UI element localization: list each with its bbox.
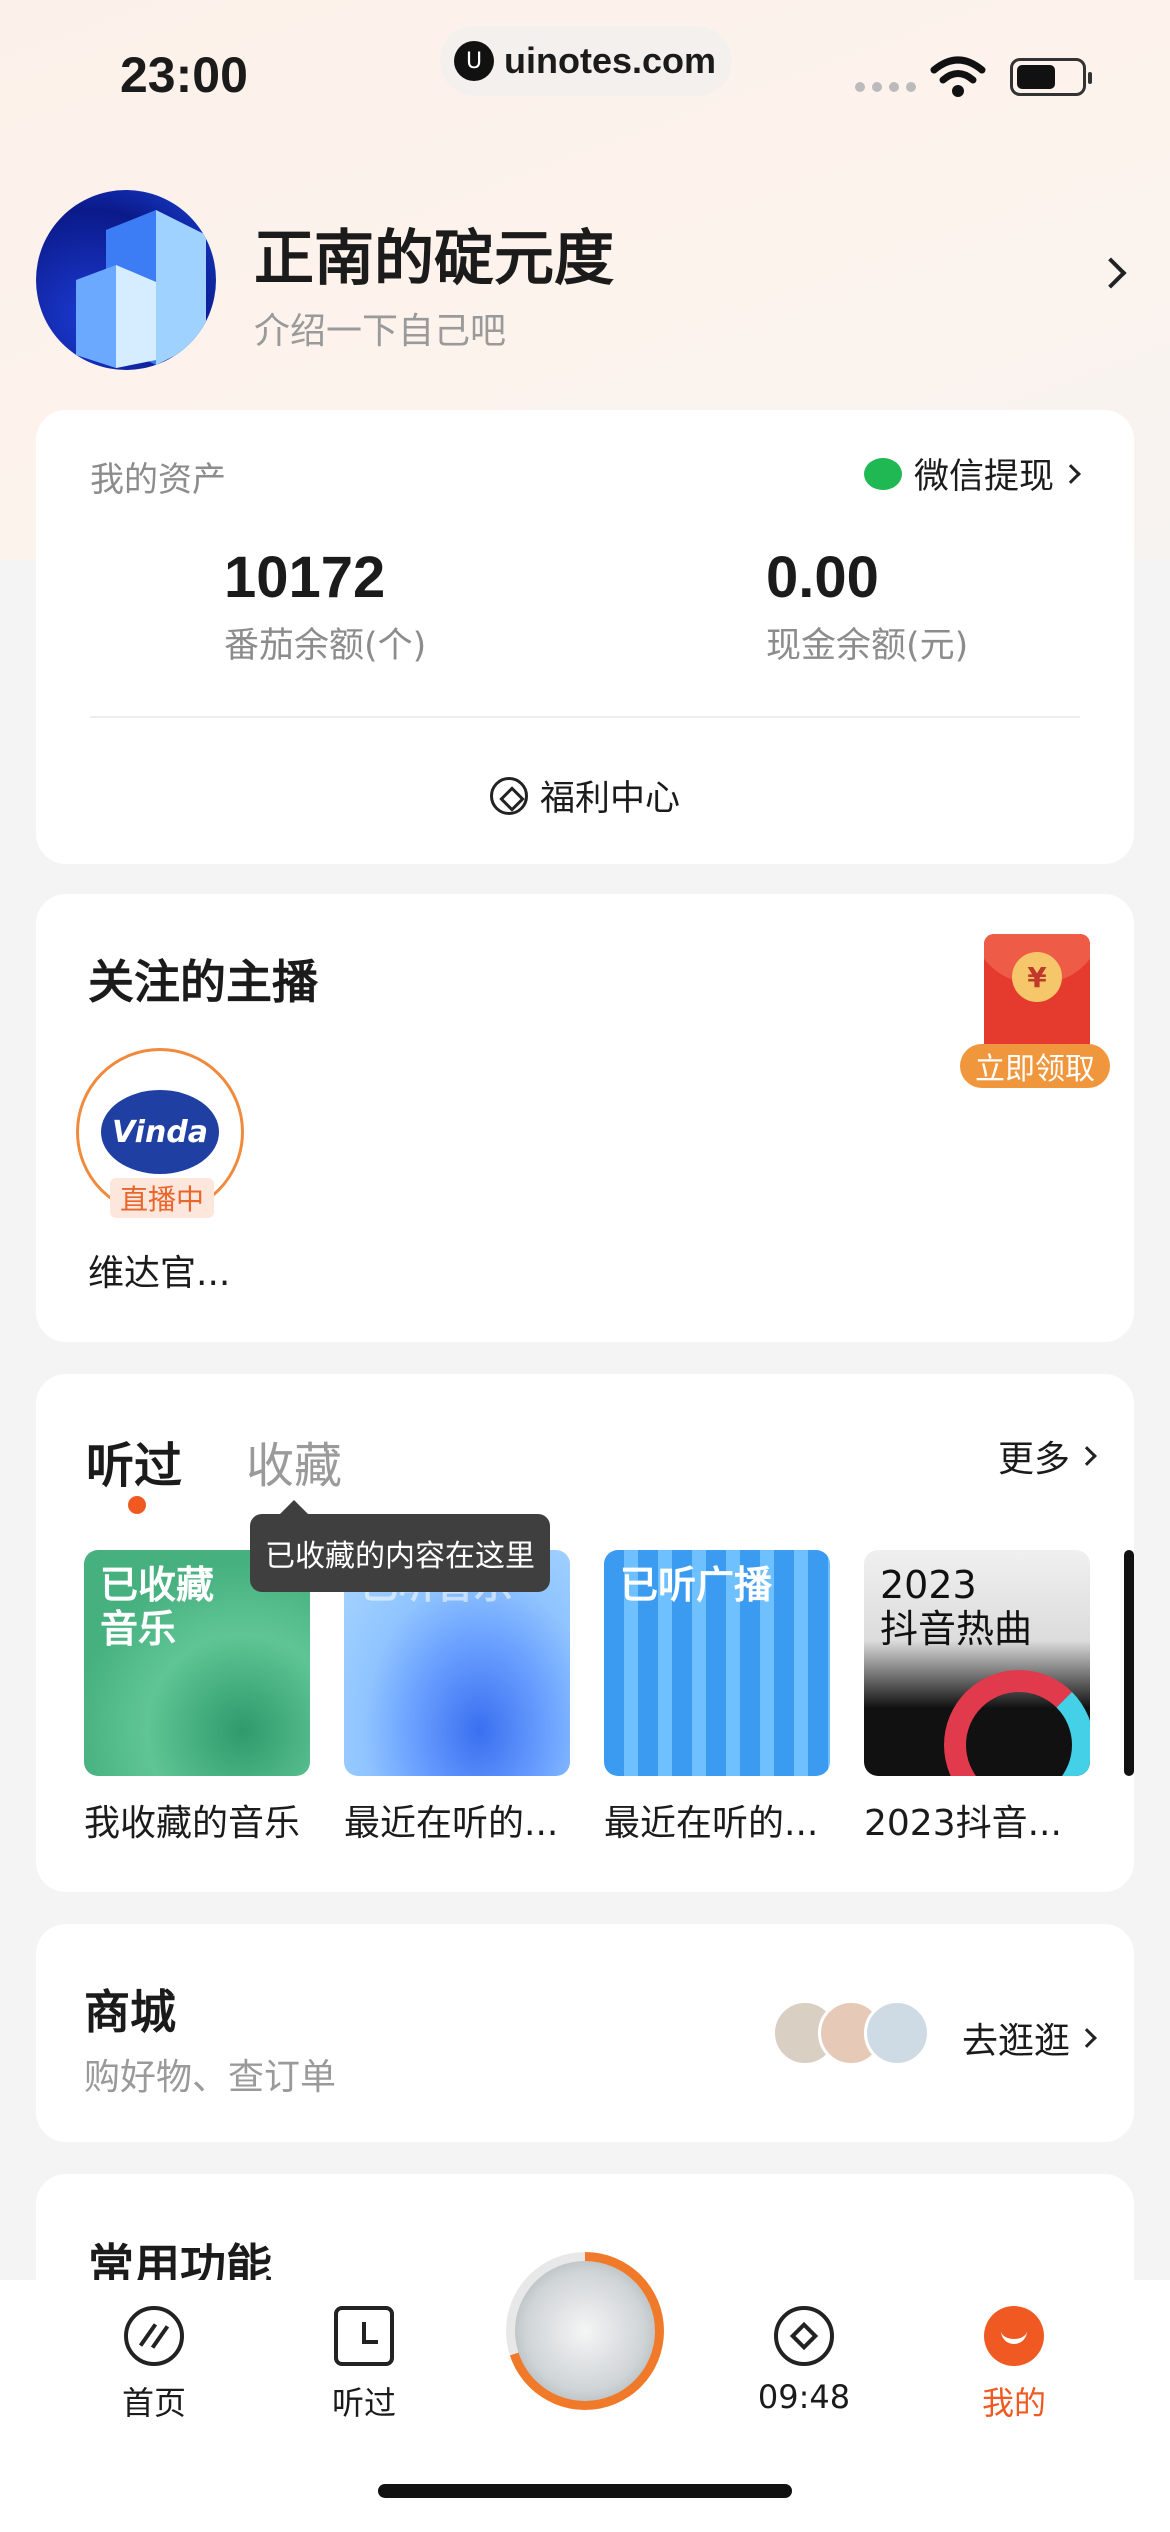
tab-heard[interactable]: 听过 [86,1426,182,1496]
chevron-right-icon [1061,463,1081,484]
timer-icon [774,2306,834,2366]
go-shopping-button[interactable]: 去逛逛 [961,2012,1097,2064]
cash-balance-label: 现金余额(元) [766,626,969,666]
wifi-icon [930,56,986,97]
welfare-icon [489,776,528,815]
home-icon [124,2306,184,2366]
cover-text: 已收藏 音乐 [100,1563,215,1651]
chevron-right-icon [1077,1446,1097,1466]
history-item-cover[interactable]: 2023 抖音热曲 [864,1550,1090,1776]
battery-icon [1010,58,1092,96]
tab-home[interactable]: 首页 [74,2306,234,2424]
assets-card: 我的资产 微信提现 10172 番茄余额(个) 0.00 现金余额(元) 福利中… [36,410,1134,864]
tab-timer[interactable]: 09:48 [724,2306,884,2416]
active-tab-indicator [128,1496,146,1514]
wechat-withdraw-button[interactable]: 微信提现 [863,448,1081,499]
signal-icon [855,82,916,92]
status-time: 23:00 [120,47,248,103]
tab-timer-label: 09:48 [757,2378,851,2416]
divider [90,716,1080,718]
avatar-building-icon [76,210,206,368]
url-pill: U uinotes.com [440,26,732,96]
home-indicator [378,2484,792,2498]
vinda-logo: Vinda [101,1090,219,1174]
more-label: 更多 [997,1439,1070,1480]
avatar[interactable] [36,190,216,370]
tab-mine[interactable]: 我的 [934,2306,1094,2424]
tab-home-label: 首页 [121,2384,186,2422]
shop-card[interactable]: 商城 购好物、查订单 去逛逛 [36,1924,1134,2142]
tab-heard-nav[interactable]: 听过 [284,2306,444,2424]
tomato-balance-label: 番茄余额(个) [224,626,427,666]
red-packet-icon[interactable]: ¥ [984,934,1090,1054]
url-text: uinotes.com [504,40,717,81]
tab-heard-label: 听过 [331,2384,396,2422]
cover-text: 2023 抖音热曲 [880,1563,1033,1651]
go-shopping-label: 去逛逛 [961,2021,1070,2062]
live-badge: 直播中 [110,1178,214,1218]
tomato-balance-value: 10172 [224,545,386,610]
anchor-name[interactable]: 维达官... [88,1244,230,1296]
username[interactable]: 正南的碇元度 [254,210,614,297]
tab-mine-label: 我的 [981,2384,1046,2422]
more-button[interactable]: 更多 [997,1430,1097,1482]
uinotes-logo-icon: U [454,41,494,81]
history-icon [334,2306,394,2366]
shop-title: 商城 [84,1985,176,2039]
cash-balance-value: 0.00 [766,545,879,610]
favorites-tooltip: 已收藏的内容在这里 [250,1500,550,1592]
tab-favorites[interactable]: 收藏 [246,1426,342,1496]
tiktok-logo-icon [944,1670,1090,1776]
product-thumbnail [864,2000,930,2066]
cover-text: 已听广播 [620,1563,773,1607]
history-item-label[interactable]: 最近在听的... [344,1794,574,1846]
yuan-coin-icon: ¥ [1012,952,1062,1002]
history-item-cover-partial[interactable] [1124,1550,1134,1776]
chevron-right-icon [1077,2028,1097,2048]
history-card: 听过 收藏 更多 已收藏的内容在这里 已收藏 音乐 已听音乐 已听广播 2023… [36,1374,1134,1892]
album-disc-icon [515,2261,655,2401]
claim-now-button[interactable]: 立即领取 [960,1044,1110,1088]
history-item-label[interactable]: 最近在听的... [604,1794,834,1846]
mini-player-button[interactable] [506,2252,664,2410]
followed-anchors-card: 关注的主播 ¥ 立即领取 Vinda 直播中 维达官... [36,894,1134,1342]
history-item-cover[interactable]: 已听广播 [604,1550,830,1776]
followed-title: 关注的主播 [88,955,318,1009]
mine-smile-icon [984,2306,1044,2366]
history-item-label[interactable]: 我收藏的音乐 [84,1794,314,1846]
shop-subtitle: 购好物、查订单 [84,2057,337,2098]
wechat-withdraw-label: 微信提现 [913,457,1054,497]
wechat-icon [863,457,902,490]
assets-title: 我的资产 [90,460,226,500]
cash-balance-block[interactable]: 0.00 现金余额(元) [766,544,968,668]
welfare-center-button[interactable]: 福利中心 [36,770,1134,821]
welfare-center-label: 福利中心 [539,779,680,819]
bio-placeholder[interactable]: 介绍一下自己吧 [254,302,506,354]
history-item-label[interactable]: 2023抖音... [864,1794,1094,1846]
tomato-balance-block[interactable]: 10172 番茄余额(个) [224,544,426,668]
